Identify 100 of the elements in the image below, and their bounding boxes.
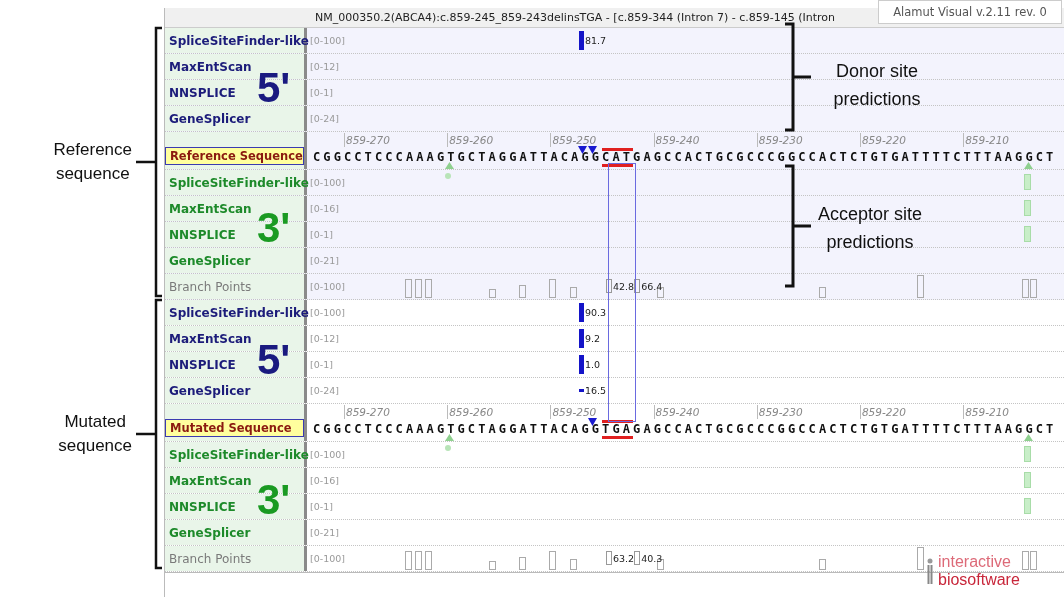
bar-mark-icon — [1024, 174, 1031, 190]
dot-icon — [445, 445, 451, 451]
range-label: [0-100] — [310, 553, 346, 564]
sequence-text: GAGCCACTGCGCCCGGCCACTCTGTGATTTTCTTTAAGGCT — [633, 150, 1057, 164]
sequence-label: Reference Sequence — [165, 147, 304, 165]
range-label: [0-21] — [310, 527, 339, 538]
acceptor-mark: 3' — [257, 480, 291, 520]
range-label: [0-16] — [310, 203, 339, 214]
sequence-text: CGGCCTCCCAAAGTGCTAGGATTACAGG — [313, 150, 603, 164]
track-name: SpliceSiteFinder-like — [169, 447, 309, 462]
sequence-label: Mutated Sequence — [165, 419, 304, 437]
sequence-text: GAGCCACTGCGCCCGGCCACTCTGTGATTTTCTTTAAGGCT — [633, 422, 1057, 436]
score-bar — [579, 329, 584, 348]
track-name: NNSPLICE — [169, 85, 236, 100]
triangle-marker-icon — [1024, 162, 1033, 169]
ruler-label: 859-230 — [756, 405, 860, 419]
track-name: GeneSplicer — [169, 111, 251, 126]
track-name: NNSPLICE — [169, 357, 236, 372]
track-name: GeneSplicer — [169, 383, 251, 398]
logo-text: interactive — [938, 553, 1012, 571]
range-label: [0-100] — [310, 307, 346, 318]
track-name: NNSPLICE — [169, 499, 236, 514]
highlighted-bases: CAT — [602, 147, 634, 167]
acceptor-mark: 3' — [257, 208, 291, 248]
branch-point-icon — [634, 279, 641, 293]
score-value: 42.8 — [613, 280, 635, 292]
score-bar — [579, 303, 584, 322]
track-name: Branch Points — [169, 551, 252, 566]
ruler-label: 859-240 — [653, 405, 757, 419]
track-name: MaxEntScan — [169, 331, 252, 346]
range-label: [0-12] — [310, 61, 339, 72]
range-label: [0-1] — [310, 87, 333, 98]
bar-mark-icon — [1024, 200, 1031, 216]
dot-icon — [445, 173, 451, 179]
branch-point-icon — [634, 551, 641, 565]
triangle-marker-icon — [1024, 434, 1033, 441]
range-label: [0-100] — [310, 177, 346, 188]
window-title: NM_000350.2(ABCA4):c.859-245_859-243delinsTGA - [c.859-344 (Intron 7) - c.859-145 (Intron — [315, 11, 835, 24]
range-label: [0-21] — [310, 255, 339, 266]
ruler-label: 859-270 — [344, 133, 448, 147]
bar-mark-icon — [1024, 472, 1031, 488]
score-value: 9.2 — [585, 333, 601, 344]
figure-icon — [926, 558, 934, 584]
track-name: Branch Points — [169, 279, 252, 294]
track-name: GeneSplicer — [169, 253, 251, 268]
donor-mark: 5' — [257, 68, 291, 108]
range-label: [0-1] — [310, 501, 333, 512]
sequence-text: CGGCCTCCCAAAGTGCTAGGATTACAGG — [313, 422, 603, 436]
ruler-label: 859-230 — [756, 133, 860, 147]
ruler-label: 859-240 — [653, 133, 757, 147]
bar-mark-icon — [1024, 226, 1031, 242]
score-value: 40.3 — [641, 552, 663, 564]
track-name: GeneSplicer — [169, 525, 251, 540]
triangle-marker-icon — [588, 418, 597, 426]
logo-text: biosoftware — [938, 571, 1020, 589]
score-value: 66.4 — [641, 280, 663, 292]
highlighted-bases: TGA — [602, 419, 634, 439]
score-value: 16.5 — [585, 385, 607, 396]
ruler-label: 859-270 — [344, 405, 448, 419]
track-name: NNSPLICE — [169, 227, 236, 242]
bar-mark-icon — [1024, 446, 1031, 462]
score-value: 63.2 — [613, 552, 635, 564]
annotation-label: Mutated sequence — [58, 411, 132, 457]
triangle-marker-icon — [445, 434, 454, 441]
track-name: MaxEntScan — [169, 59, 252, 74]
branch-point-icon — [606, 551, 612, 565]
track-name: SpliceSiteFinder-like — [169, 175, 309, 190]
range-label: [0-100] — [310, 281, 346, 292]
ruler-label: 859-260 — [447, 405, 551, 419]
track-name: MaxEntScan — [169, 473, 252, 488]
ruler-label: 859-210 — [963, 133, 1064, 147]
range-label: [0-1] — [310, 359, 333, 370]
ruler-label: 859-220 — [859, 405, 964, 419]
annotation-label: Donor site predictions — [832, 60, 922, 111]
annotation-label: Reference sequence — [53, 139, 132, 185]
annotation-label: Acceptor site predictions — [816, 203, 923, 254]
score-bar — [579, 355, 584, 374]
range-label: [0-1] — [310, 229, 333, 240]
ruler-label: 859-260 — [447, 133, 551, 147]
triangle-marker-icon — [578, 146, 597, 154]
score-value: 81.7 — [585, 35, 607, 46]
score-value: 1.0 — [585, 359, 601, 370]
branch-point-icon — [606, 279, 612, 293]
range-label: [0-100] — [310, 35, 346, 46]
track-name: SpliceSiteFinder-like — [169, 33, 309, 48]
range-label: [0-100] — [310, 449, 346, 460]
score-bar — [579, 389, 584, 392]
bar-mark-icon — [1024, 498, 1031, 514]
track-name: MaxEntScan — [169, 201, 252, 216]
version-label: Alamut Visual v.2.11 rev. 0 — [878, 0, 1062, 24]
track-name: SpliceSiteFinder-like — [169, 305, 309, 320]
range-label: [0-24] — [310, 113, 339, 124]
score-value: 90.3 — [585, 307, 607, 318]
score-bar — [579, 31, 584, 50]
donor-mark: 5' — [257, 340, 291, 380]
ruler-label: 859-220 — [859, 133, 964, 147]
range-label: [0-24] — [310, 385, 339, 396]
triangle-marker-icon — [445, 162, 454, 169]
ruler-label: 859-210 — [963, 405, 1064, 419]
range-label: [0-16] — [310, 475, 339, 486]
